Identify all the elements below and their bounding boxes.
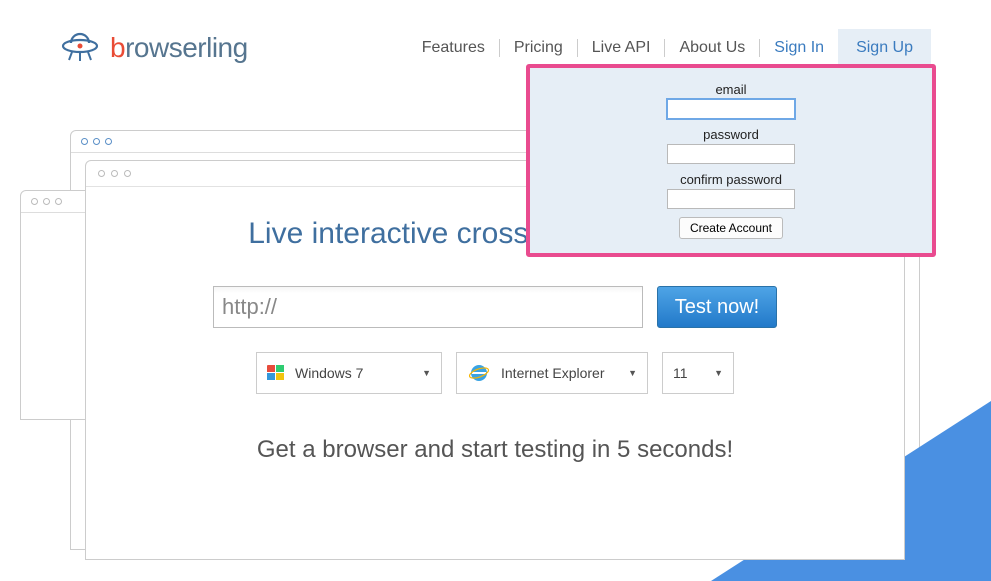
password-field[interactable]	[667, 144, 795, 164]
version-select-label: 11	[673, 365, 688, 381]
nav-liveapi[interactable]: Live API	[578, 33, 665, 63]
chevron-down-icon: ▼	[422, 368, 431, 378]
chevron-down-icon: ▼	[714, 368, 723, 378]
nav-about[interactable]: About Us	[665, 33, 759, 63]
logo-text: browserling	[110, 32, 248, 64]
email-label: email	[715, 82, 746, 97]
window-dot-icon	[81, 138, 88, 145]
window-dot-icon	[105, 138, 112, 145]
header: browserling Features Pricing Live API Ab…	[0, 0, 991, 70]
selects-row: Windows 7 ▼ Internet Explorer ▼ 11 ▼	[136, 352, 854, 394]
window-dot-icon	[43, 198, 50, 205]
confirm-password-label: confirm password	[680, 172, 782, 187]
browser-select[interactable]: Internet Explorer ▼	[456, 352, 648, 394]
confirm-password-field[interactable]	[667, 189, 795, 209]
window-dot-icon	[124, 170, 131, 177]
version-select[interactable]: 11 ▼	[662, 352, 734, 394]
window-dot-icon	[31, 198, 38, 205]
nav: Features Pricing Live API About Us Sign …	[408, 29, 931, 67]
signup-dropdown: email password confirm password Create A…	[526, 64, 936, 257]
browser-select-label: Internet Explorer	[501, 365, 605, 381]
os-select[interactable]: Windows 7 ▼	[256, 352, 442, 394]
create-account-button[interactable]: Create Account	[679, 217, 783, 239]
windows-icon	[267, 365, 285, 381]
ufo-icon	[60, 30, 100, 66]
test-now-button[interactable]: Test now!	[657, 286, 777, 328]
email-field[interactable]	[667, 99, 795, 119]
subheading: Get a browser and start testing in 5 sec…	[136, 436, 854, 464]
url-row: Test now!	[136, 286, 854, 328]
window-dot-icon	[111, 170, 118, 177]
nav-signup[interactable]: Sign Up	[838, 29, 931, 67]
logo[interactable]: browserling	[60, 30, 248, 66]
ie-icon	[467, 361, 491, 385]
password-label: password	[703, 127, 759, 142]
window-dot-icon	[98, 170, 105, 177]
nav-features[interactable]: Features	[408, 33, 499, 63]
window-dot-icon	[93, 138, 100, 145]
nav-signin[interactable]: Sign In	[760, 33, 838, 63]
nav-pricing[interactable]: Pricing	[500, 33, 577, 63]
chevron-down-icon: ▼	[628, 368, 637, 378]
url-input[interactable]	[213, 286, 643, 328]
window-dot-icon	[55, 198, 62, 205]
os-select-label: Windows 7	[295, 365, 363, 381]
